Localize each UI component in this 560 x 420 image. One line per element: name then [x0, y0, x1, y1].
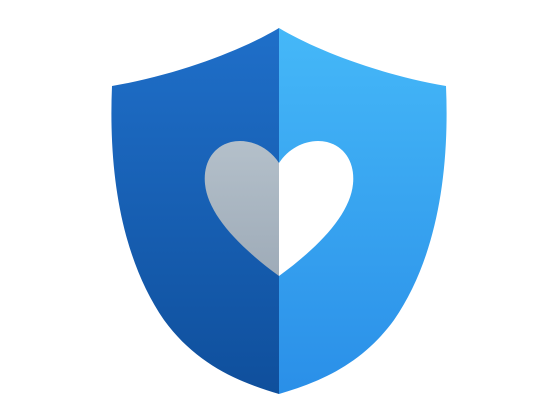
logo-canvas: [0, 0, 560, 420]
shield-heart-icon: [111, 28, 447, 394]
